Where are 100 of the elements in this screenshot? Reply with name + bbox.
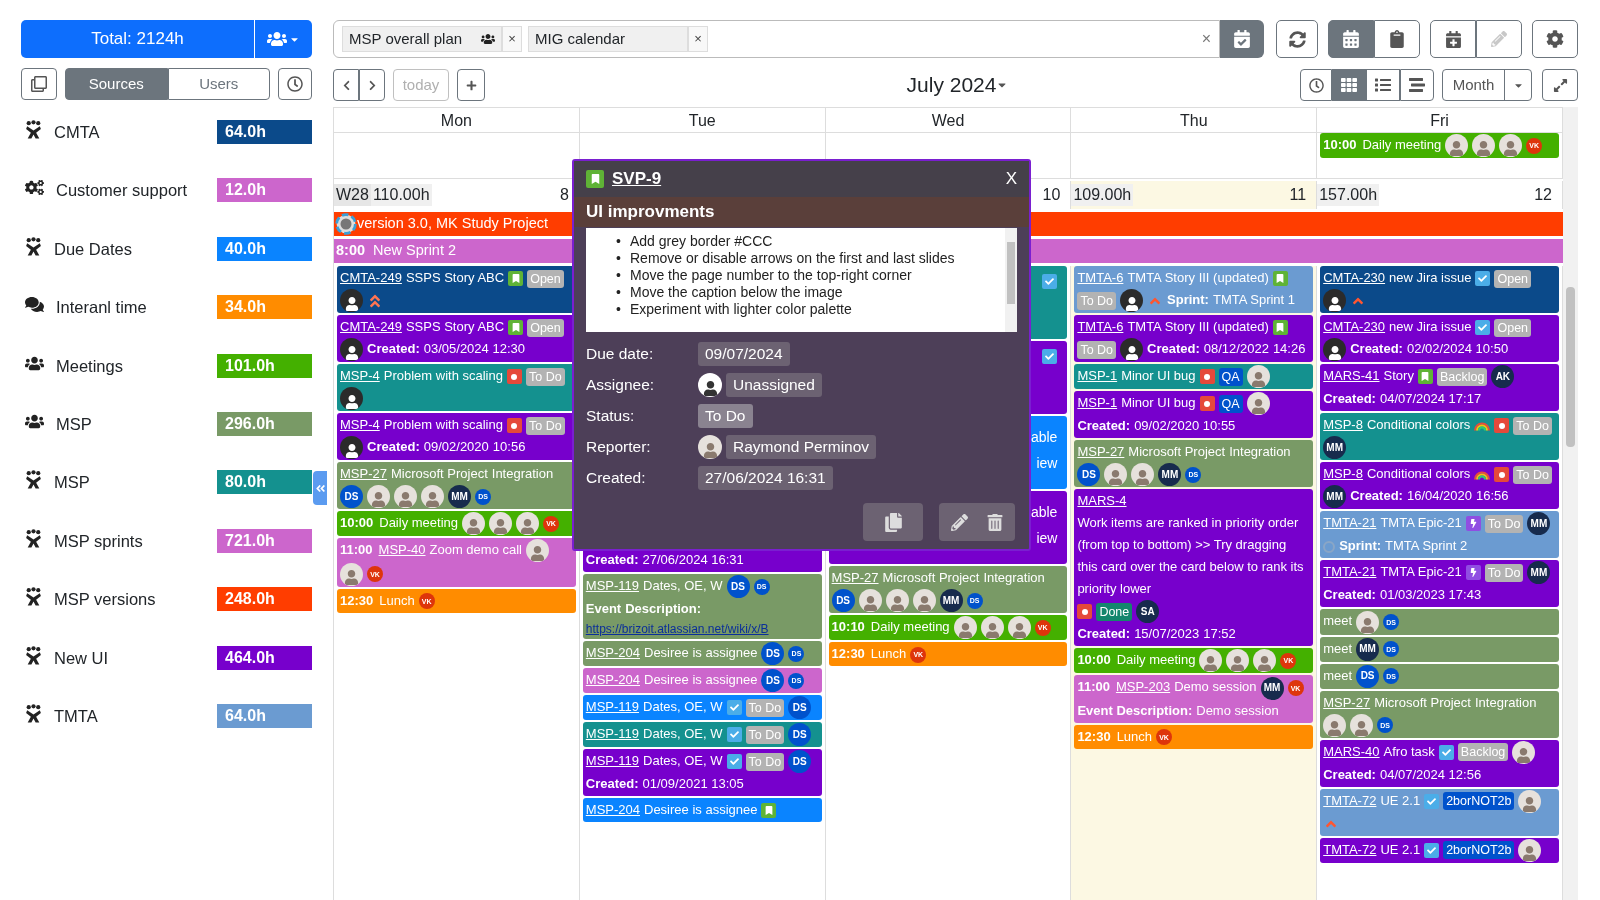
event-text: 27/06/2024 16:31 <box>642 552 744 567</box>
status-tag: To Do <box>745 725 785 744</box>
user-avatar: MM <box>939 589 963 613</box>
event-text: Desiree is assignee <box>644 645 758 661</box>
range-value: Month <box>1443 70 1505 100</box>
event-text: Dates, OE, W <box>643 753 723 769</box>
event-text: 01/09/2021 13:05 <box>642 776 744 792</box>
event-title: version 3.0, MK Study Project <box>357 214 548 234</box>
field-label: Created: <box>1323 391 1376 407</box>
user-avatar: DS <box>788 750 812 774</box>
event-text: Microsoft Project <box>1128 444 1226 460</box>
user-avatar: DS <box>831 589 855 613</box>
hours-badge: 721.0h <box>217 528 312 553</box>
user-avatar: DS <box>761 642 785 666</box>
user-avatar: DS <box>726 575 750 599</box>
event-text: 16/04/2020 <box>1406 488 1472 504</box>
event-title: New Sprint 2 <box>373 241 457 261</box>
field-value: Unassigned <box>726 373 822 397</box>
event-text: TMTA Story III (updated) <box>1127 270 1269 285</box>
event-text: Story <box>1383 368 1414 384</box>
day-number: 12 <box>1534 185 1552 205</box>
field-label: Created: <box>1350 341 1403 357</box>
status-tag: To Do <box>1484 563 1524 582</box>
field-label: Created: <box>585 776 639 792</box>
field-label: Created: <box>1077 418 1131 434</box>
event-text: 02/02/2024 10:50 <box>1406 341 1509 357</box>
event-text: Daily meeting <box>379 515 458 531</box>
event-text: TMTA Sprint 1 <box>1212 292 1296 307</box>
event-text: Integration <box>1229 444 1291 460</box>
event-time: 12:30 <box>340 592 374 608</box>
user-avatar: DS <box>1077 463 1101 487</box>
status-tag: Done <box>1096 602 1133 621</box>
event-text: Integration <box>491 466 554 482</box>
event-time: 10:00 <box>1077 652 1111 668</box>
field-label: Created: <box>1323 587 1376 603</box>
event-text: 09/02/2020 10:55 <box>1134 418 1236 434</box>
event-text: TMTA Story III (updated) <box>1127 319 1269 335</box>
hours-badge: 464.0h <box>217 645 312 670</box>
event-text: Desiree is assignee <box>644 672 758 688</box>
field-label: Created: <box>1077 626 1131 642</box>
hours-badge: 12.0h <box>217 178 312 203</box>
chip-label: MIG calendar <box>535 29 626 49</box>
week-total: 109.00h <box>1071 184 1134 206</box>
status-tag: To Do <box>745 752 785 771</box>
hours-badge: 40.0h <box>217 236 312 261</box>
day-header: Tue <box>688 111 716 131</box>
event-time: 11:00 <box>340 542 373 558</box>
week-total: 110.00h <box>370 184 432 206</box>
user-avatar: MM <box>1356 637 1380 661</box>
event-text: Dates, OE, W <box>643 699 723 715</box>
field-label: Status: <box>586 406 636 427</box>
event-text: iew <box>1036 454 1058 473</box>
status-tag: To Do <box>1077 340 1117 359</box>
event-text: Minor UI bug <box>1121 368 1196 384</box>
description-item: Remove or disable arrows on the first and last slides <box>630 250 955 267</box>
field-label: Created: <box>1350 488 1403 504</box>
day-number: 10 <box>1042 185 1061 205</box>
bullet: • <box>616 233 622 250</box>
status-tag: To Do <box>525 416 565 435</box>
user-avatar: MM <box>1527 512 1551 536</box>
event-text: meet <box>1323 640 1353 656</box>
event-text: Dates, OE, W <box>643 578 723 593</box>
user-avatar: MM <box>1260 676 1284 700</box>
field-label: Due date: <box>586 344 655 365</box>
event-text: Daily meeting <box>1116 652 1196 668</box>
event-time: 8:00 <box>336 241 366 261</box>
event-text: Conditional colors <box>1366 466 1471 482</box>
event-text: Integration <box>983 570 1045 585</box>
hours-badge: 34.0h <box>217 295 312 320</box>
description-item: Experiment with lighter color palette <box>630 301 852 318</box>
day-header: Thu <box>1180 111 1208 131</box>
status-tag: To Do <box>525 367 565 386</box>
event-text: Minor UI bug <box>1121 395 1196 411</box>
field-label: Created: <box>1147 341 1200 357</box>
day-number: 8 <box>559 185 569 205</box>
event-text: TMTA Epic-21 <box>1380 515 1462 531</box>
status-tag: Open <box>527 318 564 337</box>
user-avatar: DS <box>1356 664 1380 688</box>
event-text: 14:26 <box>1272 341 1306 357</box>
event-text: SSPS Story ABC <box>405 319 505 335</box>
event-text: Lunch <box>379 592 415 608</box>
week-number: W28 <box>334 184 371 206</box>
event-text: Daily meeting <box>870 619 950 635</box>
status-tag: QA <box>1218 394 1243 413</box>
event-time: 12:30 <box>831 646 865 662</box>
event-text: Lunch <box>870 646 907 662</box>
status-tag: Open <box>1494 318 1532 337</box>
hours-badge: 248.0h <box>217 587 312 612</box>
event-text: meet <box>1323 667 1353 683</box>
status-tag: To Do <box>1513 465 1552 484</box>
event-text: SSPS Story ABC <box>405 270 505 285</box>
status-tag: Backlog <box>1457 743 1509 762</box>
user-avatar: MM <box>1527 561 1551 585</box>
event-text: 09/02/2020 <box>423 439 489 455</box>
status-tag: Backlog <box>1436 367 1488 386</box>
status-tag: To Do <box>1513 416 1552 435</box>
chip-label: MSP overall plan <box>349 29 463 49</box>
event-time: 12:30 <box>1077 728 1111 744</box>
status-tag: QA <box>1218 367 1243 386</box>
hours-badge: 64.0h <box>217 120 312 144</box>
